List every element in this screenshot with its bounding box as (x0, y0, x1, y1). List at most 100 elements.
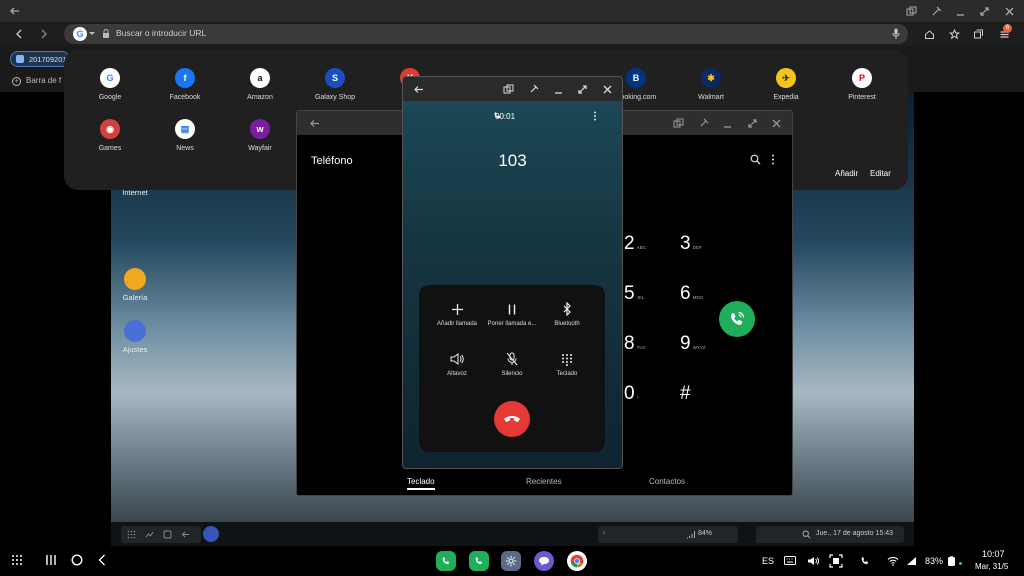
call-maximize-icon[interactable] (573, 80, 591, 98)
google-icon[interactable]: G (73, 27, 87, 41)
nav-back-icon[interactable] (10, 25, 28, 43)
signal-icon (686, 530, 695, 539)
phone-more-options-icon[interactable] (771, 154, 775, 165)
edit-button[interactable]: Editar (870, 169, 891, 178)
phone-multiwindow-icon[interactable] (669, 114, 687, 132)
tab-keypad[interactable]: Teclado (407, 477, 435, 490)
quick-access-pinterest[interactable]: P Pinterest (822, 68, 902, 101)
keypad-key[interactable]: 8 TUV (624, 333, 646, 355)
dock-phone-app[interactable] (436, 551, 456, 571)
language-indicator[interactable]: ES (762, 556, 774, 566)
bookmarks-bar[interactable]: + Barra de f (12, 76, 61, 86)
dock-phone-app-2[interactable] (469, 551, 489, 571)
close-icon[interactable] (1000, 2, 1018, 20)
amazon-logo-icon: a (250, 68, 270, 88)
quick-access-expedia[interactable]: ✈ Expedia (746, 68, 826, 101)
call-minimize-icon[interactable] (549, 80, 567, 98)
dock-messages-app[interactable] (534, 551, 554, 571)
microphone-icon[interactable] (892, 28, 900, 40)
call-pin-icon[interactable] (524, 80, 542, 98)
quick-access-google[interactable]: G Google (70, 68, 150, 101)
home-icon[interactable] (920, 25, 938, 43)
quick-access-label: Pinterest (848, 94, 876, 101)
recents-icon[interactable] (145, 530, 154, 539)
quick-access-wayfair[interactable]: w Wayfair (220, 119, 300, 152)
keypad-key[interactable]: # (680, 383, 693, 405)
phone-search-icon[interactable] (750, 154, 761, 165)
expedia-logo-icon: ✈ (776, 68, 796, 88)
keypad-button[interactable]: Teclado (536, 351, 598, 377)
home-circle-icon[interactable] (71, 554, 83, 566)
tab-contacts[interactable]: Contactos (649, 477, 685, 486)
call-window-titlebar[interactable] (403, 77, 622, 101)
call-more-options-icon[interactable] (593, 111, 597, 121)
keypad-key[interactable]: 9 WXYZ (680, 333, 706, 355)
phone-minimize-icon[interactable] (718, 114, 736, 132)
key-digit: 0 (624, 383, 635, 404)
nav-forward-icon[interactable] (35, 25, 53, 43)
url-bar[interactable]: G Buscar o introducir URL (64, 24, 908, 44)
keypad-key[interactable]: 6 MNO (680, 283, 703, 305)
desktop-search-icon[interactable] (802, 530, 811, 539)
expand-chevron-icon[interactable]: › (603, 530, 605, 537)
keypad-key[interactable]: 0 + (624, 383, 639, 405)
quick-access-facebook[interactable]: f Facebook (145, 68, 225, 101)
keypad-key[interactable]: 2 ABC (624, 233, 646, 255)
quick-access-galaxy-shop[interactable]: S Galaxy Shop (295, 68, 375, 101)
key-digit: 6 (680, 283, 691, 304)
phone-close-icon[interactable] (767, 114, 785, 132)
quick-access-amazon[interactable]: a Amazon (220, 68, 300, 101)
news-logo-icon: ▤ (175, 119, 195, 139)
screenshot-icon[interactable] (829, 554, 843, 568)
tabs-icon[interactable] (969, 25, 987, 43)
phone-pin-icon[interactable] (694, 114, 712, 132)
system-clock-time[interactable]: 10:07 (982, 549, 1005, 559)
recent-apps-icon[interactable] (45, 554, 57, 566)
desktop-icon-settings[interactable]: Ajustes (111, 320, 165, 354)
url-input[interactable]: Buscar o introducir URL (116, 28, 206, 38)
add-contact-button[interactable]: Añadir (835, 169, 858, 178)
desktop-icon-gallery[interactable]: Galería (111, 268, 165, 302)
call-multiwindow-icon[interactable] (499, 80, 517, 98)
app-drawer-icon[interactable] (11, 554, 23, 566)
back-arrow-icon[interactable] (6, 2, 24, 20)
call-back-icon[interactable] (409, 80, 427, 98)
wayfair-logo-icon: w (250, 119, 270, 139)
call-close-icon[interactable] (598, 80, 616, 98)
quick-access-games[interactable]: ◉ Games (70, 119, 150, 152)
system-clock-date[interactable]: Mar, 31/5 (975, 562, 1008, 571)
bookmark-star-icon[interactable] (945, 25, 963, 43)
keypad-key[interactable]: 5 JKL (624, 283, 644, 305)
apps-grid-icon[interactable] (127, 530, 136, 539)
quick-access-news[interactable]: ▤ News (145, 119, 225, 152)
multiwindow-icon[interactable] (902, 2, 920, 20)
battery-icon (948, 556, 955, 566)
wifi-icon (887, 556, 899, 566)
volume-icon[interactable] (807, 556, 819, 566)
add-call-button[interactable]: Añadir llamada (426, 301, 488, 327)
keyboard-icon[interactable] (784, 556, 796, 565)
restore-icon[interactable] (975, 2, 993, 20)
chevron-down-icon[interactable] (89, 32, 95, 35)
speaker-icon (426, 351, 488, 367)
call-status-icon[interactable] (860, 556, 870, 566)
tab-recents[interactable]: Recientes (526, 477, 562, 486)
keypad-key[interactable]: 3 DEF (680, 233, 702, 255)
pin-icon[interactable] (927, 2, 945, 20)
hold-call-button[interactable]: Poner llamada e... (481, 301, 543, 327)
mute-button[interactable]: Silencio (481, 351, 543, 377)
dock-settings-app[interactable] (501, 551, 521, 571)
phone-maximize-icon[interactable] (743, 114, 761, 132)
settings-app-icon[interactable] (203, 526, 219, 542)
back-icon[interactable] (181, 530, 190, 539)
system-back-icon[interactable] (97, 554, 107, 566)
phone-back-icon[interactable] (305, 114, 323, 132)
quick-access-walmart[interactable]: ✱ Walmart (671, 68, 751, 101)
dial-call-button[interactable] (719, 301, 755, 337)
dock-chrome-app[interactable] (567, 551, 587, 571)
minimize-icon[interactable] (951, 2, 969, 20)
end-call-button[interactable] (494, 401, 530, 437)
speaker-button[interactable]: Altavoz (426, 351, 488, 377)
home-square-icon[interactable] (163, 530, 172, 539)
bluetooth-button[interactable]: Bluetooth (536, 301, 598, 327)
